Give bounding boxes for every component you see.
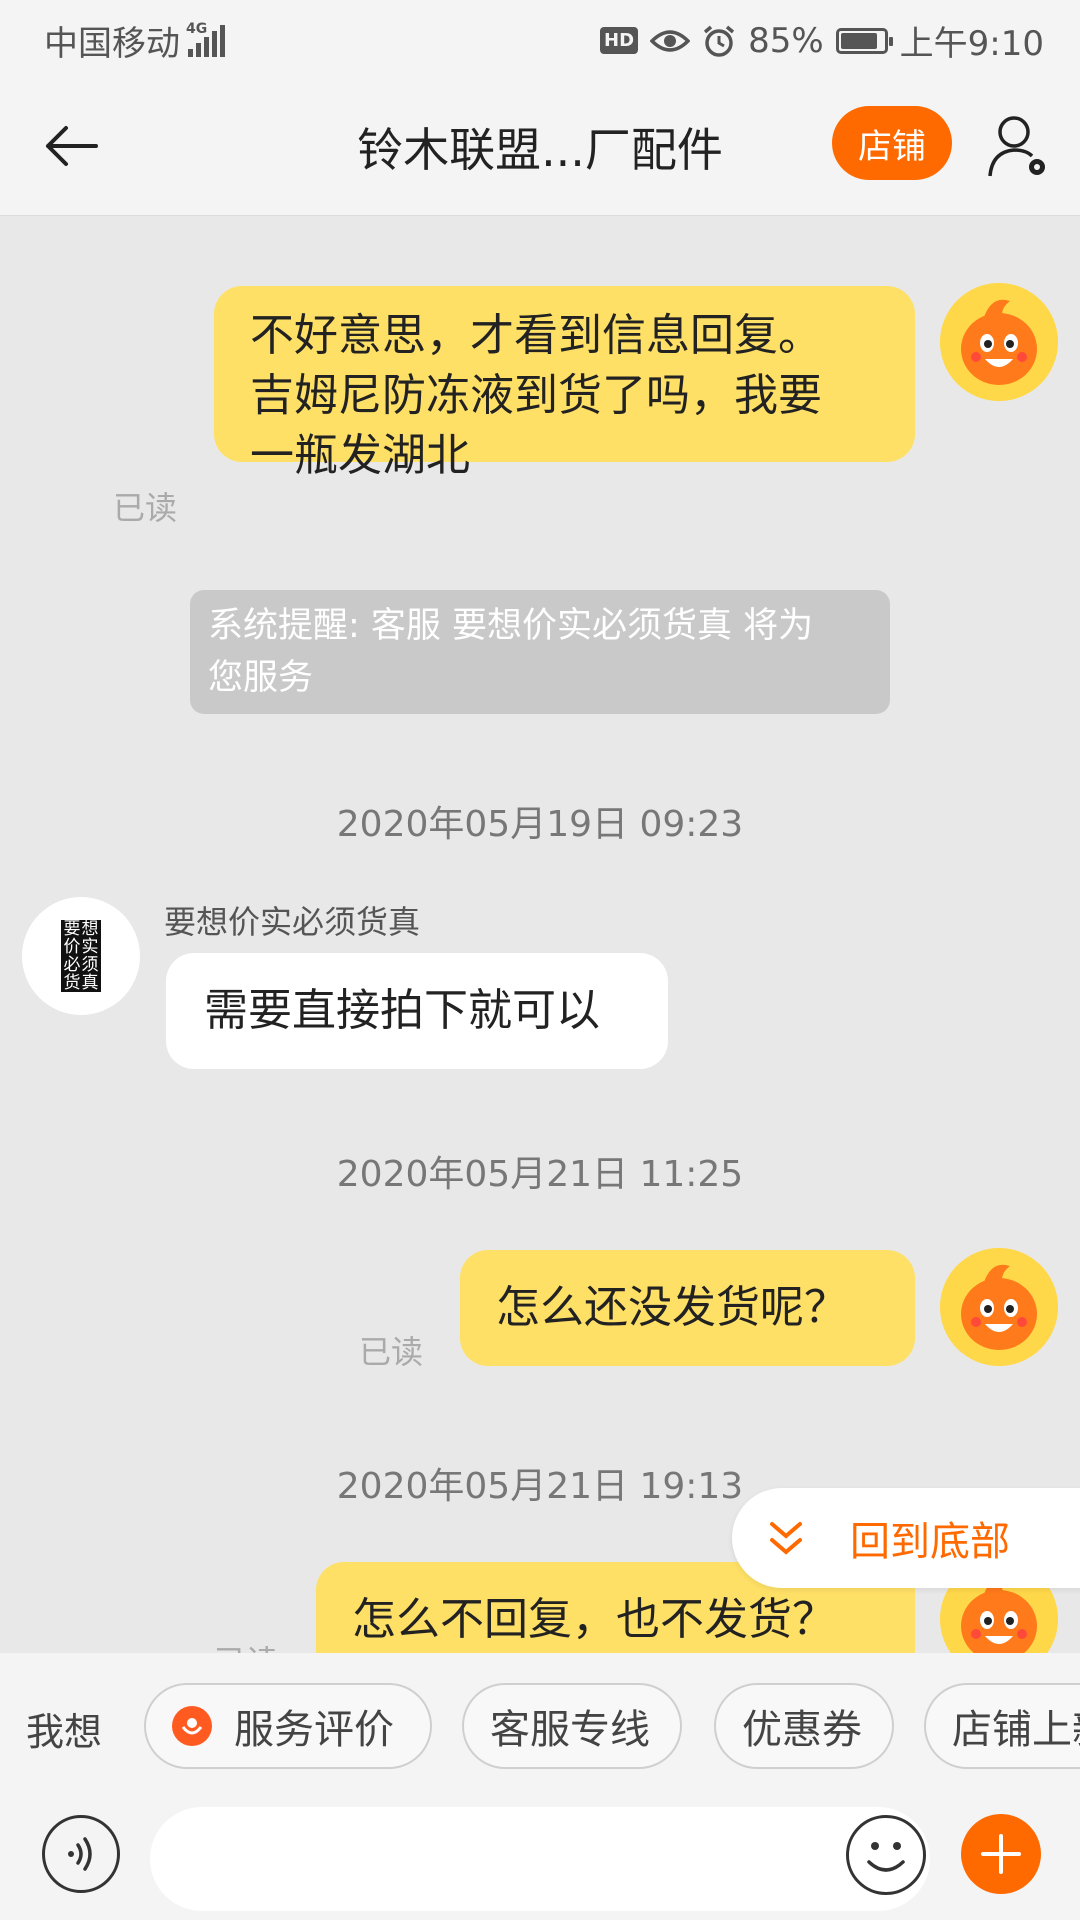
message-timestamp: 2020年05月21日 11:25 — [336, 1154, 744, 1195]
message-timestamp: 2020年05月19日 09:23 — [336, 804, 744, 845]
message-input[interactable] — [150, 1807, 930, 1911]
more-actions-button[interactable] — [961, 1814, 1041, 1894]
quick-action-service-hotline[interactable]: 客服专线 — [462, 1683, 682, 1769]
quick-action-coupons[interactable]: 优惠券 — [714, 1683, 894, 1769]
quick-actions-prefix: 我想 — [26, 1710, 103, 1754]
shop-button[interactable]: 店铺 — [832, 106, 952, 180]
message-bubble-seller[interactable]: 需要直接拍下就可以 — [166, 953, 668, 1069]
seller-avatar-seal: 要想 价实 必须 货真 — [61, 920, 101, 992]
carrier-label: 中国移动 — [44, 24, 180, 64]
user-settings-icon[interactable] — [986, 112, 1050, 180]
smiley-icon — [867, 1842, 905, 1872]
double-chevron-down-icon — [770, 1522, 802, 1555]
battery-icon — [835, 27, 893, 54]
read-receipt: 已读 — [359, 1333, 424, 1371]
quick-action-new-arrivals[interactable]: 店铺上新 — [924, 1683, 1080, 1769]
emoji-button[interactable] — [846, 1815, 926, 1895]
read-receipt: 已读 — [214, 1637, 278, 1653]
eye-icon — [650, 29, 691, 52]
signal-icon: 4G — [186, 21, 225, 57]
my-avatar[interactable] — [940, 283, 1058, 401]
sender-name: 要想价实必须货真 — [164, 903, 421, 941]
input-bar — [0, 1799, 1080, 1920]
status-right: HD 85% 上午9:10 — [600, 16, 1044, 65]
scroll-to-bottom-button[interactable]: 回到底部 — [732, 1488, 1080, 1588]
chat-header: 铃木联盟...厂配件 店铺 — [0, 76, 1080, 216]
message-bubble-mine[interactable]: 不好意思，才看到信息回复。 吉姆尼防冻液到货了吗，我要 一瓶发湖北 — [214, 286, 915, 481]
hd-icon: HD — [600, 27, 639, 54]
scroll-to-bottom-label: 回到底部 — [850, 1519, 1010, 1565]
voice-input-button[interactable] — [42, 1815, 120, 1893]
read-receipt: 已读 — [113, 489, 178, 527]
status-left: 中国移动 4G — [44, 16, 225, 65]
status-bar: 中国移动 4G HD 85% 上午9:10 — [0, 0, 1080, 76]
mascot-icon — [940, 283, 1058, 401]
clock: 上午9:10 — [899, 24, 1044, 64]
quick-actions-bar: 我想 服务评价 客服专线 优惠券 店铺上新 — [0, 1653, 1080, 1799]
system-notice: 系统提醒: 客服 要想价实必须货真 将为 您服务 — [190, 590, 890, 714]
battery-percent: 85% — [748, 20, 824, 61]
flower-icon — [172, 1706, 212, 1746]
message-bubble-mine[interactable]: 怎么还没发货呢？ — [460, 1250, 915, 1366]
my-avatar[interactable] — [940, 1248, 1058, 1366]
seller-avatar[interactable]: 要想 价实 必须 货真 — [22, 897, 140, 1015]
chat-area[interactable]: 不好意思，才看到信息回复。 吉姆尼防冻液到货了吗，我要 一瓶发湖北 已读 系统提… — [0, 217, 1080, 1653]
plus-icon — [981, 1834, 1021, 1874]
alarm-icon — [703, 25, 735, 57]
quick-action-service-rating[interactable]: 服务评价 — [144, 1683, 432, 1769]
mascot-icon — [940, 1248, 1058, 1366]
voice-icon — [68, 1837, 92, 1871]
